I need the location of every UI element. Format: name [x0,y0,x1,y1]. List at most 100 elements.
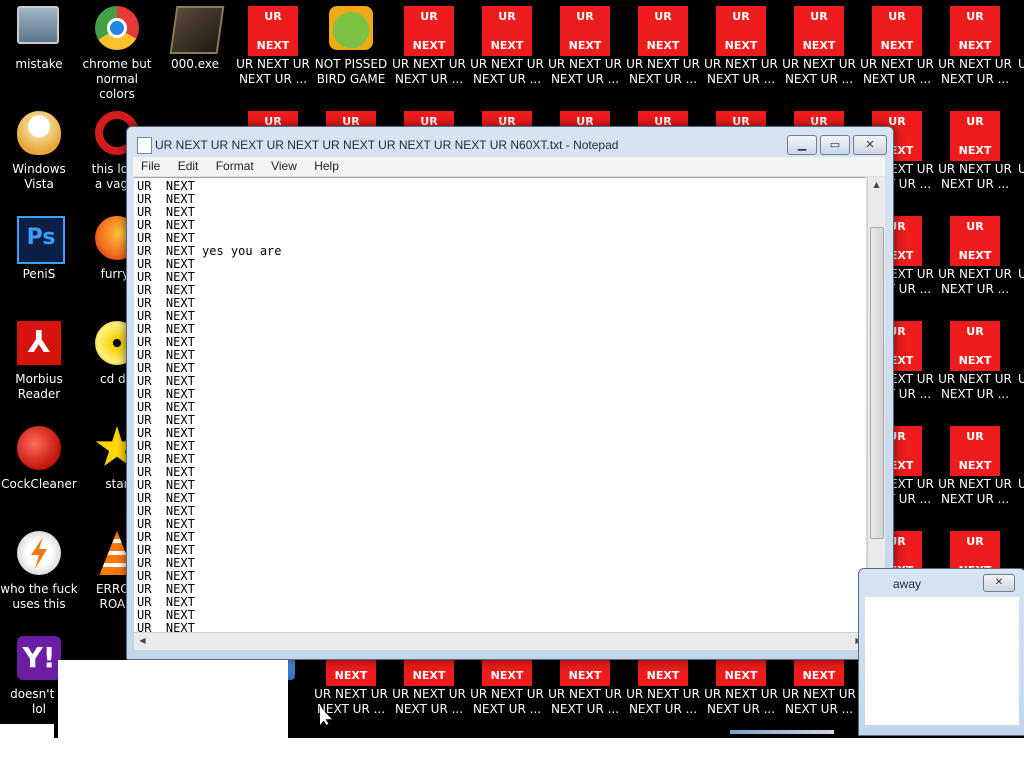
tile-top-text: UR [498,10,516,23]
desktop-icon-label: UR NEXT UR NEXT UR ... [470,687,544,716]
tile-bottom-text: NEXT [646,669,680,682]
red-tile-icon: UR NEXT [716,6,766,56]
notepad-app-icon [137,137,152,154]
menu-format[interactable]: Format [208,157,260,176]
editor-text: UR NEXT UR NEXT UR NEXT UR NEXT UR NEXT … [137,179,282,634]
red-tile-icon: UR NEXT [950,216,1000,266]
desktop-icon-windows-vista[interactable]: Windows Vista [0,105,78,205]
desktop-icon-label: UR NEXT UR NEXT UR ... [704,57,778,86]
desktop-icon-label-partial: U [1018,162,1024,176]
blank-overlay [58,660,288,738]
desktop-icon-label: UR NEXT UR NEXT UR ... [236,57,310,86]
scroll-left-icon[interactable]: ◀ [134,633,151,649]
tile-top-text: UR [810,10,828,23]
desktop-icon-label: UR NEXT UR NEXT UR ... [860,57,934,86]
away-window[interactable]: away ✕ [858,568,1024,736]
desktop-icon-label-partial: U [1018,372,1024,386]
chrome-icon [95,6,139,50]
desktop-icon-ur-next[interactable]: UR NEXT UR NEXT UR NEXT UR ... [936,315,1014,415]
tile-top-text: UR [966,325,984,338]
desktop-icon-ur-next[interactable]: UR NEXT UR NEXT UR NEXT UR ... [936,210,1014,310]
maximize-button[interactable]: ▭ [820,135,850,155]
notepad-window[interactable]: UR NEXT UR NEXT UR NEXT UR NEXT UR NEXT … [126,126,894,660]
red-tile-icon: UR NEXT [950,6,1000,56]
tile-top-text: UR [732,10,750,23]
menu-view[interactable]: View [263,157,303,176]
desktop-icon-ur-next[interactable]: UR NEXT UR NEXT UR NEXT UR ... [624,0,702,100]
desktop-icon-label: UR NEXT UR NEXT UR ... [938,162,1012,191]
tile-bottom-text: NEXT [802,39,836,52]
red-tile-icon: UR NEXT [638,6,688,56]
menu-file[interactable]: File [133,157,166,176]
menu-help[interactable]: Help [306,157,345,176]
desktop-icon-mistake[interactable]: mistake [0,0,78,100]
desktop-icon-ur-next[interactable]: UR NEXT UR NEXT UR NEXT UR ... [936,105,1014,205]
desktop-icon-morbius-reader[interactable]: ⅄ Morbius Reader [0,315,78,415]
desktop-icon-label: UR NEXT UR NEXT UR ... [938,57,1012,86]
desktop-icon-ur-next[interactable]: UR NEXT UR NEXT UR NEXT UR ... [234,0,312,100]
tile-bottom-text: NEXT [490,39,524,52]
bird-game-icon [329,6,373,50]
desktop-icon-bird-game[interactable]: NOT PISSED BIRD GAME [312,0,390,100]
tile-bottom-text: NEXT [958,459,992,472]
desktop-icon-ccleaner[interactable]: CockCleaner [0,420,78,520]
tile-top-text: UR [966,220,984,233]
tile-bottom-text: NEXT [958,144,992,157]
tile-top-text: UR [888,10,906,23]
window-body [865,597,1019,725]
desktop-icon-label: CockCleaner [1,477,77,491]
close-button[interactable]: ✕ [983,574,1015,592]
yahoo-messenger-icon: Y! [17,636,61,680]
desktop-icon-label: UR NEXT UR NEXT UR ... [392,687,466,716]
desktop-icon-ur-next[interactable]: UR NEXT UR NEXT UR NEXT UR ... [390,0,468,100]
tile-top-text: UR [576,10,594,23]
tile-bottom-text: NEXT [958,249,992,262]
desktop-icon-label: UR NEXT UR NEXT UR ... [470,57,544,86]
desktop-icon-000exe[interactable]: 000.exe [156,0,234,100]
red-tile-icon: UR NEXT [248,6,298,56]
tile-top-text: UR [966,115,984,128]
close-button[interactable]: ✕ [853,135,887,155]
desktop-icon-ur-next[interactable]: UR NEXT UR NEXT UR NEXT UR ... [546,0,624,100]
desktop-icon-ur-next[interactable]: UR NEXT UR NEXT UR NEXT UR ... [468,0,546,100]
desktop-icon-label: NOT PISSED BIRD GAME [314,57,388,86]
tile-top-text: UR [654,10,672,23]
desktop-icon-ur-next[interactable]: UR NEXT UR NEXT UR NEXT UR ... [936,420,1014,520]
vertical-scrollbar[interactable]: ▲ ▼ [867,177,885,632]
red-tile-icon: UR NEXT [404,6,454,56]
desktop-icon-winamp[interactable]: who the fuck uses this [0,525,78,625]
bottom-strip [0,738,1024,768]
tile-bottom-text: NEXT [802,669,836,682]
desktop-icon-label-partial: U [1018,267,1024,281]
tile-bottom-text: NEXT [568,669,602,682]
desktop-icon-label-partial: U [1018,57,1024,71]
scrollbar-thumb[interactable] [870,227,884,539]
desktop-icon-label: UR NEXT UR NEXT UR ... [782,687,856,716]
text-editor-area[interactable]: UR NEXT UR NEXT UR NEXT UR NEXT UR NEXT … [134,177,866,633]
desktop-icon-label-partial: U [1018,477,1024,491]
desktop-icon-ur-next[interactable]: UR NEXT UR NEXT UR NEXT UR ... [936,0,1014,100]
progress-strip [730,730,834,734]
desktop-icon-label: UR NEXT UR NEXT UR ... [626,687,700,716]
desktop-icon-ur-next[interactable]: UR NEXT UR NEXT UR NEXT UR ... [780,0,858,100]
tile-top-text: UR [420,10,438,23]
scroll-up-icon[interactable]: ▲ [868,177,885,193]
red-tile-icon: UR NEXT [950,321,1000,371]
desktop-icon-ur-next[interactable]: UR NEXT UR NEXT UR NEXT UR ... [858,0,936,100]
blank-overlay [0,724,54,738]
horizontal-scrollbar[interactable]: ◀ ▶ [134,632,867,650]
desktop-icon-label: UR NEXT UR NEXT UR ... [548,57,622,86]
desktop-icon-label: who the fuck uses this [0,582,78,611]
menu-edit[interactable]: Edit [170,157,205,176]
desktop-icon-label: UR NEXT UR NEXT UR ... [782,57,856,86]
desktop-icon-label: chrome but normal colors [82,57,152,101]
tile-bottom-text: NEXT [256,39,290,52]
desktop-icon-label: mistake [15,57,63,71]
tile-top-text: UR [966,10,984,23]
desktop-icon-chrome[interactable]: chrome but normal colors [78,0,156,101]
minimize-button[interactable]: ▁ [787,135,817,155]
window-title: away [893,577,922,591]
desktop-icon-photoshop[interactable]: Ps PeniS [0,210,78,310]
desktop-icon-label: UR NEXT UR NEXT UR ... [938,267,1012,296]
desktop-icon-ur-next[interactable]: UR NEXT UR NEXT UR NEXT UR ... [702,0,780,100]
